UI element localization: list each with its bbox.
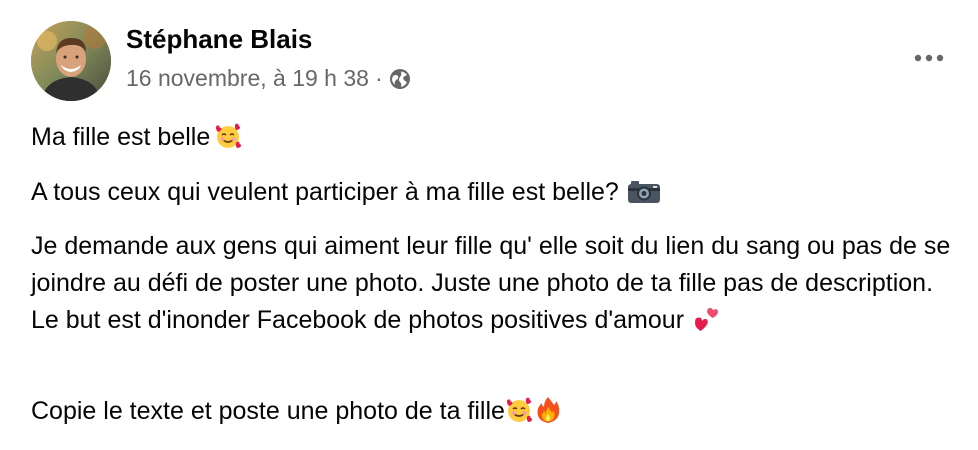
avatar-photo <box>31 21 111 101</box>
smiling-face-with-hearts-icon <box>214 122 242 150</box>
post-paragraph: Je demande aux gens qui aiment leur fill… <box>31 228 961 339</box>
camera-icon <box>627 177 660 205</box>
paragraph-text: Ma fille est belle <box>31 123 211 151</box>
paragraph-text: A tous ceux qui veulent participer à ma … <box>31 178 619 206</box>
paragraph-text: Je demande aux gens qui aiment leur fill… <box>31 232 951 334</box>
smiling-face-with-hearts-icon <box>505 396 533 424</box>
post-paragraph: A tous ceux qui veulent participer à ma … <box>31 174 660 211</box>
more-options-icon <box>914 54 944 62</box>
paragraph-text: Copie le texte et poste une photo de ta … <box>31 397 505 425</box>
post-timestamp[interactable]: 16 novembre, à 19 h 38 <box>126 65 369 92</box>
meta-separator: · <box>374 65 383 91</box>
more-options-button[interactable] <box>909 46 949 70</box>
fire-icon <box>535 396 563 424</box>
author-name[interactable]: Stéphane Blais <box>126 24 312 55</box>
post-paragraph: Copie le texte et poste une photo de ta … <box>31 393 563 430</box>
globe-icon[interactable] <box>389 68 411 90</box>
facebook-post: Stéphane Blais 16 novembre, à 19 h 38 · … <box>0 0 978 450</box>
two-hearts-icon <box>692 305 720 333</box>
post-meta: 16 novembre, à 19 h 38 · <box>126 65 411 92</box>
author-avatar[interactable] <box>31 21 111 101</box>
post-paragraph: Ma fille est belle <box>31 119 242 156</box>
